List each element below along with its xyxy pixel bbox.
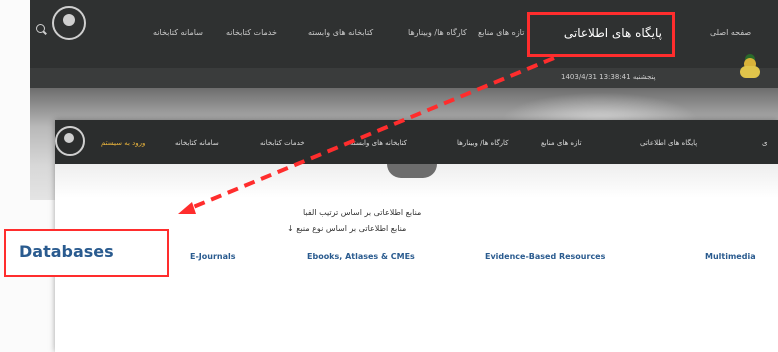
nav2-item-workshops[interactable]: کارگاه ها/ وبینارها [457,139,509,147]
logo-emblem-icon [64,133,74,143]
nav2-item-affiliated-libraries[interactable]: کتابخانه های وابسته [350,139,407,147]
date-bar [30,68,778,88]
nav2-item-databases[interactable]: پایگاه های اطلاعاتی [640,139,697,147]
nav-item-new-resources[interactable]: تازه های منابع [478,28,524,37]
databases-callout-box[interactable]: Databases [4,229,169,277]
category-ejournals[interactable]: E-Journals [190,252,236,261]
bottom-navbar: ورود به سیستم سامانه کتابخانه خدمات کتاب… [55,120,778,164]
nav-item-databases[interactable]: پایگاه های اطلاعاتی [564,26,662,40]
highlight-box-databases-fa[interactable]: پایگاه های اطلاعاتی [527,12,675,57]
university-logo[interactable] [52,6,86,40]
category-ebooks[interactable]: Ebooks, Atlases & CMEs [307,252,415,261]
nav-item-workshops[interactable]: کارگاه ها/ وبینارها [408,28,467,37]
link-resources-by-type[interactable]: منابع اطلاعاتی بر اساس نوع منبع ↓ [287,224,406,233]
databases-label: Databases [19,242,114,261]
login-link[interactable]: ورود به سیستم [101,139,145,147]
category-multimedia[interactable]: Multimedia [705,252,756,261]
nav2-item-partial[interactable]: ی [762,139,767,147]
nav-item-library-system[interactable]: سامانه کتابخانه [153,28,203,37]
mascot-icon [740,54,762,80]
search-icon[interactable] [36,24,45,33]
nav-item-affiliated-libraries[interactable]: کتابخانه های وابسته [308,28,373,37]
link-resources-alphabetical[interactable]: منابع اطلاعاتی بر اساس ترتیب الفبا [303,208,421,217]
hero-emblem [387,164,437,178]
nav-item-home[interactable]: صفحه اصلی [710,28,751,37]
logo-emblem-icon [63,14,75,26]
nav2-item-new-resources[interactable]: تازه های منابع [541,139,582,147]
university-logo-small[interactable] [55,126,85,156]
nav-item-library-services[interactable]: خدمات کتابخانه [226,28,277,37]
date-time-text: پنجشنبه 13:38:41 1403/4/31 [561,73,656,81]
category-evidence-based[interactable]: Evidence-Based Resources [485,252,605,261]
nav2-item-library-system[interactable]: سامانه کتابخانه [175,139,219,147]
nav2-item-library-services[interactable]: خدمات کتابخانه [260,139,305,147]
